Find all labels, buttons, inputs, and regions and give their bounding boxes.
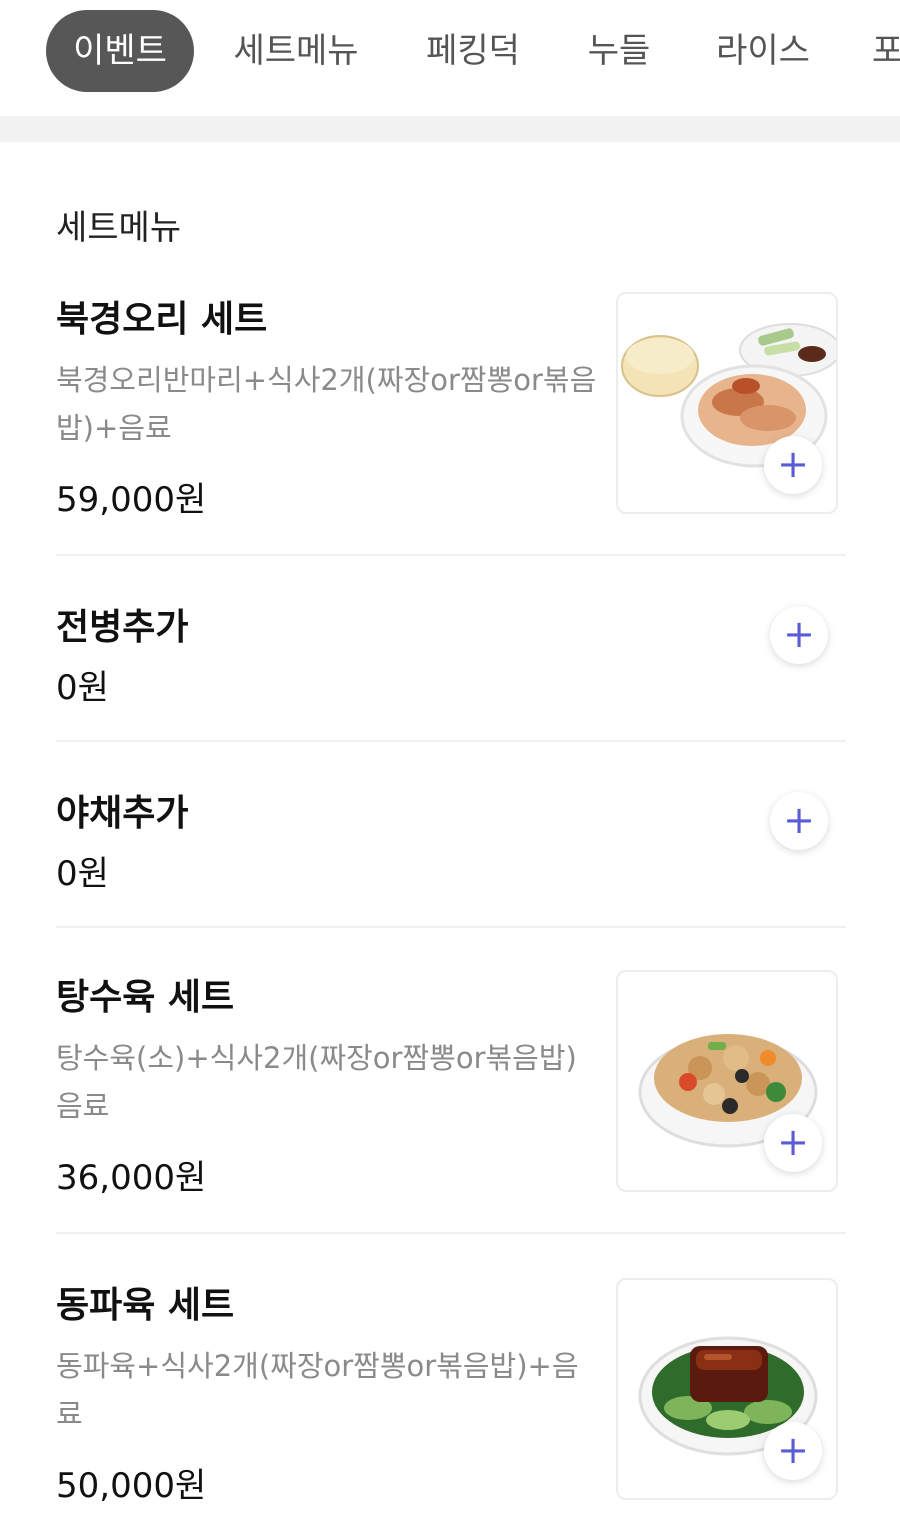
item-divider bbox=[56, 740, 846, 742]
menu-item-price: 0원 bbox=[56, 854, 109, 894]
category-tab-bar: 이벤트 세트메뉴 페킹덕 누들 라이스 포 bbox=[0, 0, 900, 116]
menu-item-name: 탕수육 세트 bbox=[56, 977, 235, 1018]
item-divider bbox=[56, 1232, 846, 1234]
menu-item[interactable]: 전병추가 0원 + bbox=[56, 598, 846, 708]
add-to-cart-button[interactable]: + bbox=[770, 606, 828, 664]
plus-icon: + bbox=[783, 612, 815, 656]
tab-peking-duck[interactable]: 페킹덕 bbox=[408, 10, 538, 92]
menu-item[interactable]: 야채추가 0원 + bbox=[56, 784, 846, 894]
menu-item-name: 북경오리 세트 bbox=[56, 299, 268, 340]
add-to-cart-button[interactable]: + bbox=[764, 1114, 822, 1172]
menu-item-description: 동파육+식사2개(짜장or짬뽕or볶음밥)+음료 bbox=[56, 1349, 579, 1431]
section-divider bbox=[0, 116, 900, 142]
tab-noodle[interactable]: 누들 bbox=[570, 10, 668, 92]
add-to-cart-button[interactable]: + bbox=[764, 436, 822, 494]
menu-item-description: 탕수육(소)+식사2개(짜장or짬뽕or볶음밥)음료 bbox=[56, 1041, 577, 1123]
menu-item-name: 야채추가 bbox=[56, 793, 189, 834]
tab-set-menu[interactable]: 세트메뉴 bbox=[220, 10, 372, 92]
tab-event[interactable]: 이벤트 bbox=[46, 10, 194, 92]
plus-icon: + bbox=[777, 442, 809, 486]
plus-icon: + bbox=[777, 1120, 809, 1164]
menu-item-name: 전병추가 bbox=[56, 607, 189, 648]
section-title: 세트메뉴 bbox=[56, 208, 182, 248]
menu-item-price: 59,000원 bbox=[56, 480, 207, 520]
add-to-cart-button[interactable]: + bbox=[764, 1422, 822, 1480]
item-divider bbox=[56, 926, 846, 928]
menu-item-price: 0원 bbox=[56, 668, 109, 708]
tab-rice[interactable]: 라이스 bbox=[702, 10, 824, 92]
menu-item[interactable]: 동파육 세트 동파육+식사2개(짜장or짬뽕or볶음밥)+음료 50,000원 … bbox=[56, 1276, 846, 1506]
menu-item-name: 동파육 세트 bbox=[56, 1285, 235, 1326]
item-divider bbox=[56, 554, 846, 556]
menu-item-description: 북경오리반마리+식사2개(짜장or짬뽕or볶음밥)+음료 bbox=[56, 363, 597, 445]
plus-icon: + bbox=[783, 798, 815, 842]
tab-partial[interactable]: 포 bbox=[872, 10, 900, 92]
menu-item-price: 50,000원 bbox=[56, 1466, 207, 1506]
menu-item-price: 36,000원 bbox=[56, 1158, 207, 1198]
add-to-cart-button[interactable]: + bbox=[770, 792, 828, 850]
menu-item[interactable]: 탕수육 세트 탕수육(소)+식사2개(짜장or짬뽕or볶음밥)음료 36,000… bbox=[56, 968, 846, 1198]
plus-icon: + bbox=[777, 1428, 809, 1472]
menu-item[interactable]: 북경오리 세트 북경오리반마리+식사2개(짜장or짬뽕or볶음밥)+음료 59,… bbox=[56, 290, 846, 520]
